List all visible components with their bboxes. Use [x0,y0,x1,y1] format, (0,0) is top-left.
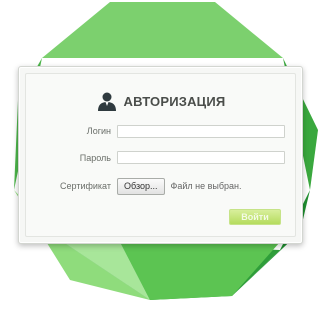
password-field[interactable] [117,151,285,164]
login-field[interactable] [117,125,285,138]
user-icon [97,92,116,111]
stage: АВТОРИЗАЦИЯ Логин Пароль Сертификат Обзо… [0,0,325,314]
password-label: Пароль [79,153,111,163]
login-button[interactable]: Войти [229,209,281,225]
dialog-header: АВТОРИЗАЦИЯ [19,89,302,113]
login-label: Логин [86,126,111,136]
certificate-label: Сертификат [60,181,111,191]
certificate-file-input: Обзор... Файл не выбран. [117,177,285,195]
auth-dialog: АВТОРИЗАЦИЯ Логин Пароль Сертификат Обзо… [18,66,303,244]
browse-button[interactable]: Обзор... [117,177,165,195]
gem-facet-top [42,2,283,58]
dialog-title: АВТОРИЗАЦИЯ [123,93,226,109]
file-status-text: Файл не выбран. [170,181,242,191]
